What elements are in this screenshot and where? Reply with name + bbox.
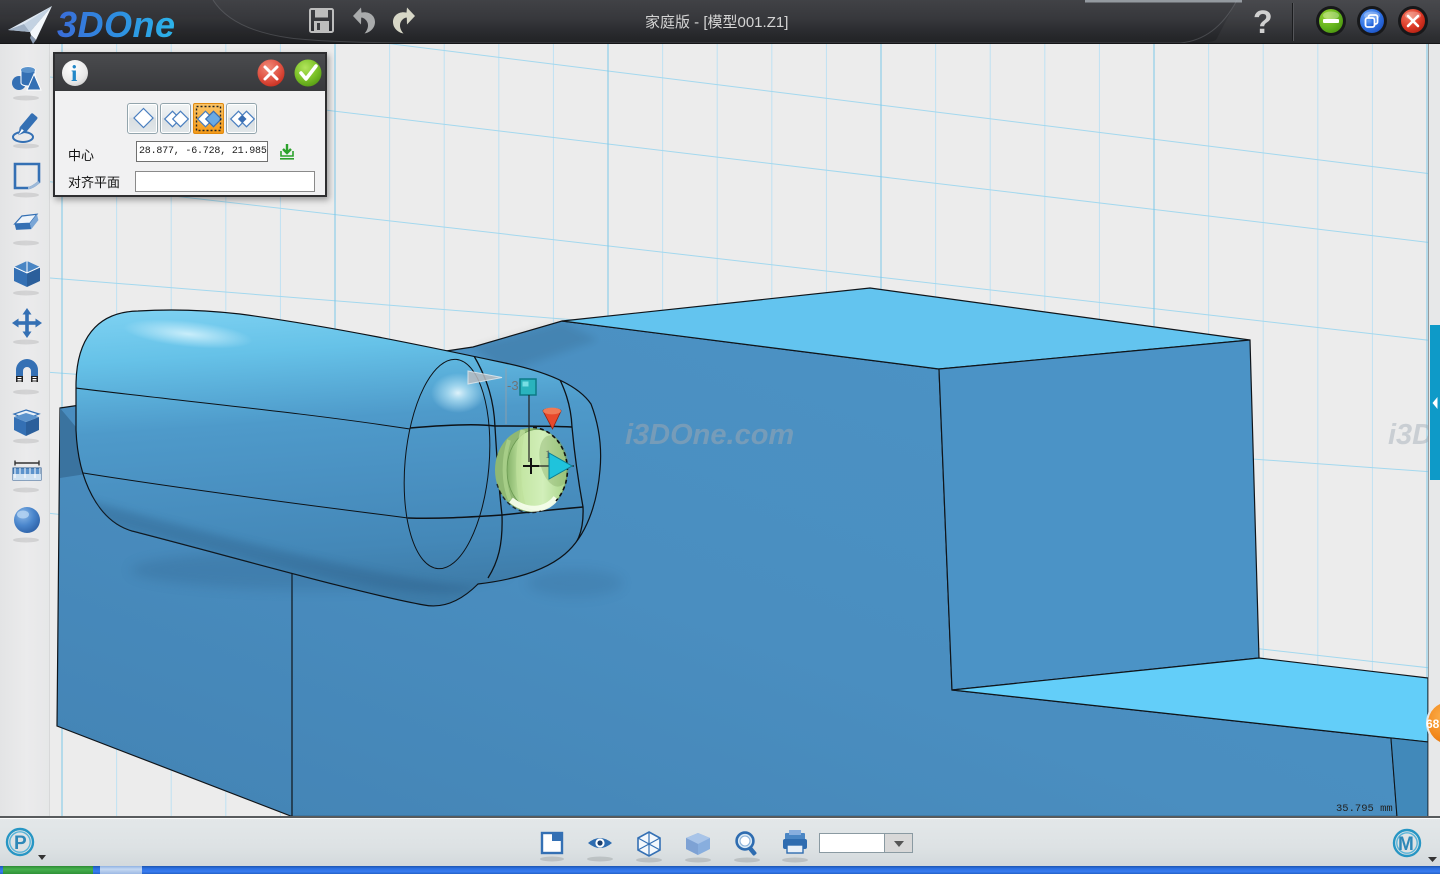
svg-text:i3DOne.com: i3DOne.com xyxy=(625,419,794,451)
svg-text:i: i xyxy=(71,61,78,86)
svg-text:3DOne: 3DOne xyxy=(57,4,176,44)
svg-text:?: ? xyxy=(1253,4,1273,40)
svg-text:家庭版 - [模型001.Z1]: 家庭版 - [模型001.Z1] xyxy=(645,14,788,31)
svg-text:-3: -3 xyxy=(507,378,519,393)
svg-text:P: P xyxy=(14,833,27,854)
svg-text:M: M xyxy=(1398,834,1414,855)
svg-text:35.795 mm: 35.795 mm xyxy=(1336,803,1393,815)
svg-text:i3DOne.com: i3DOne.com xyxy=(1388,419,1428,451)
svg-text:68: 68 xyxy=(1426,717,1440,731)
